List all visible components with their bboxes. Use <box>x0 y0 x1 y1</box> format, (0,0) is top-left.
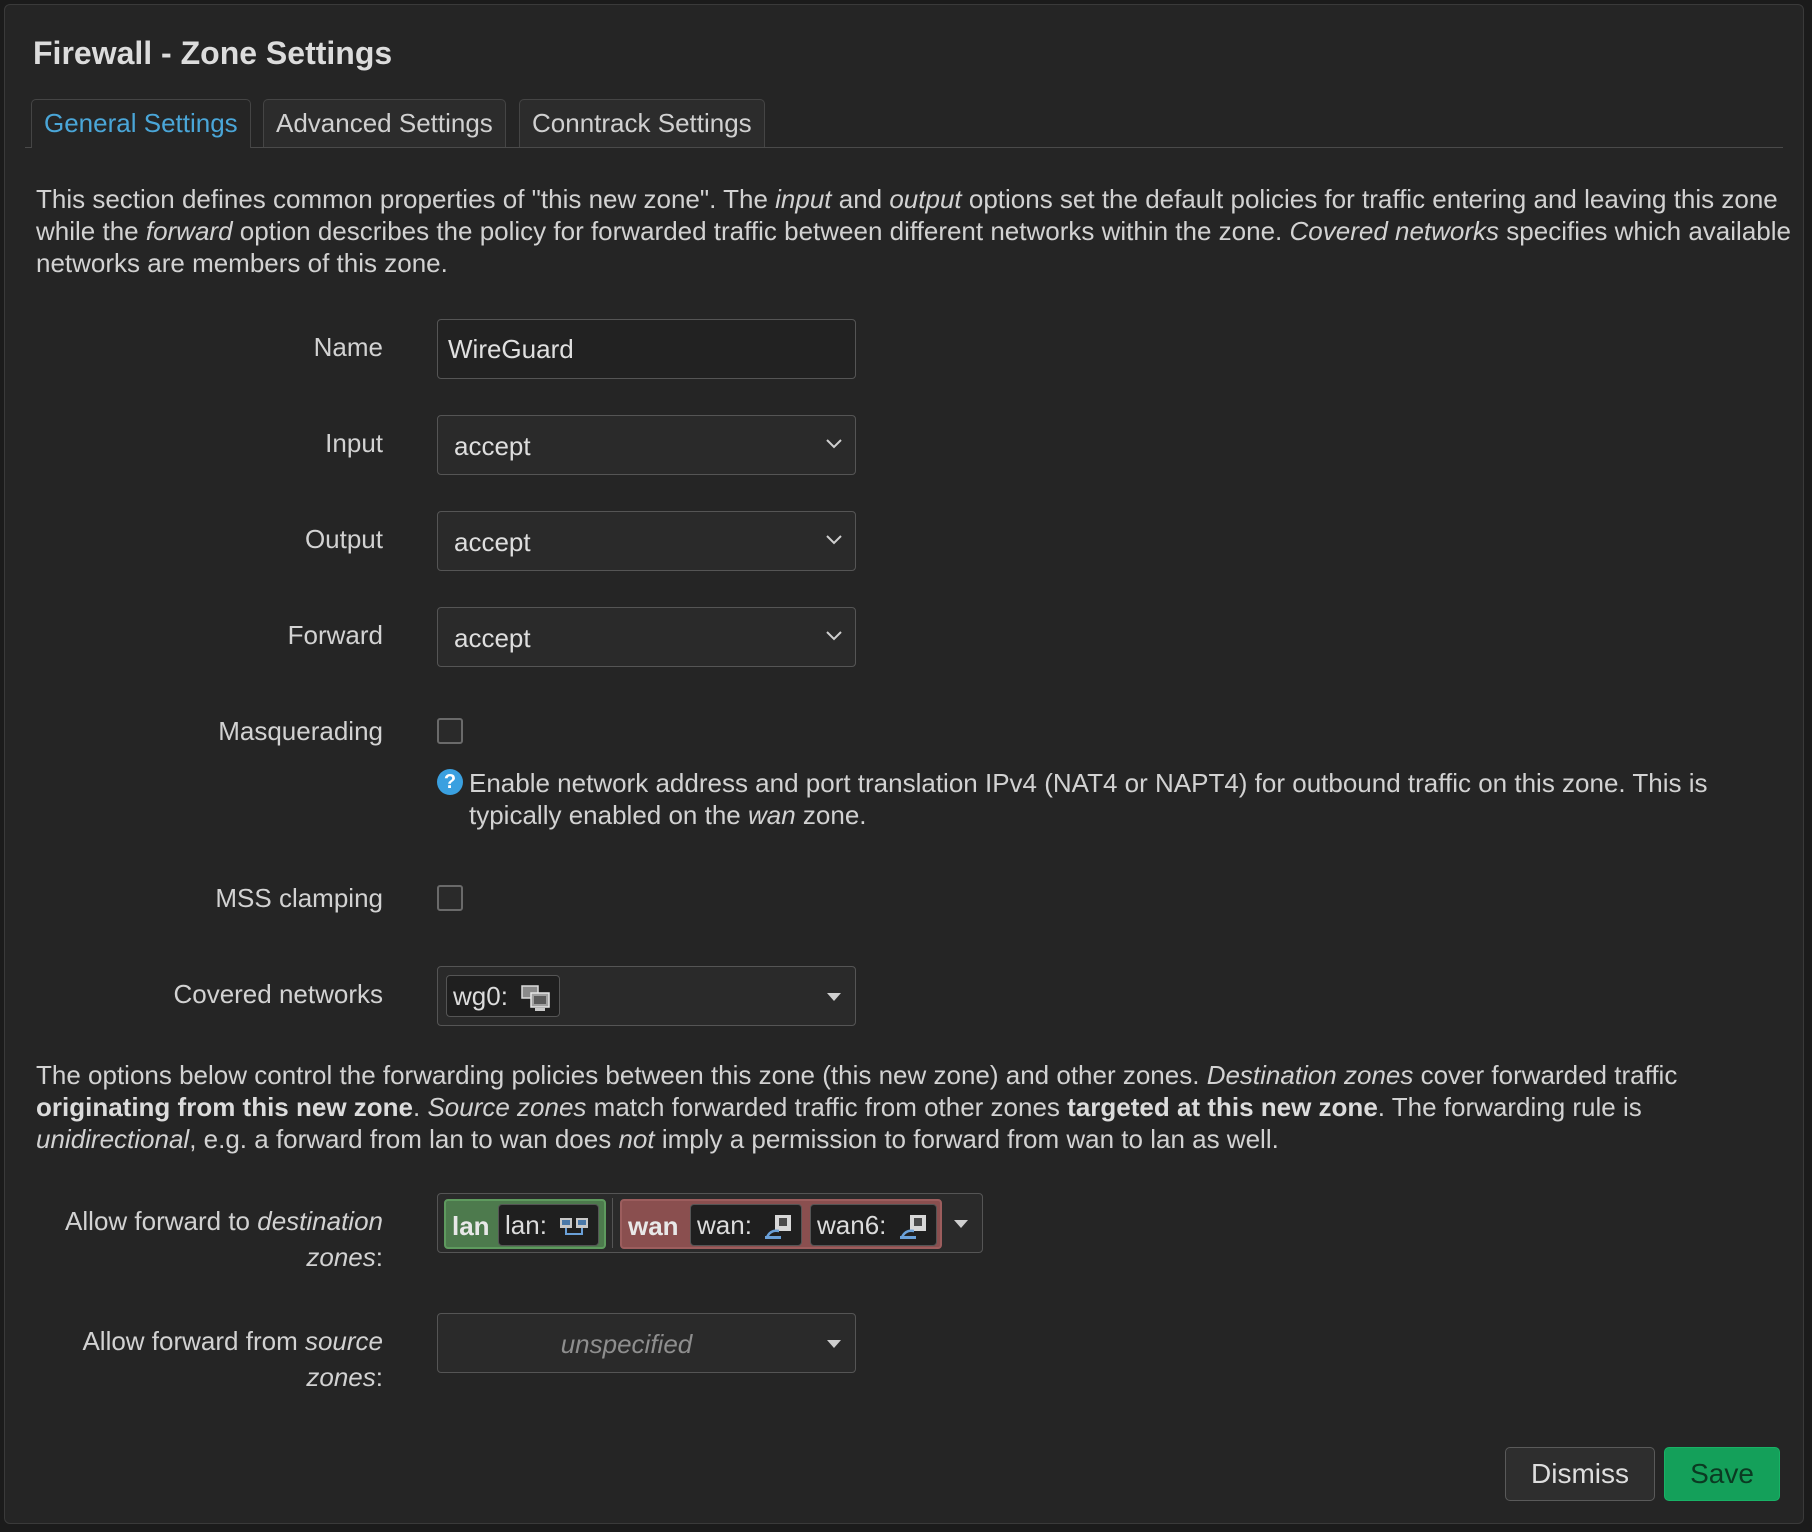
tab-general-settings[interactable]: General Settings <box>31 99 251 148</box>
dropdown-caret-icon <box>827 993 841 1001</box>
forward-policy-value: accept <box>454 623 531 653</box>
chevron-down-icon <box>826 439 842 449</box>
network-chip-lan: lan: <box>498 1204 600 1246</box>
input-policy-select[interactable]: accept <box>437 415 856 475</box>
help-icon: ? <box>437 769 463 795</box>
dest-zones-label: Allow forward to destination zones: <box>65 1206 383 1272</box>
network-chip-wan: wan: <box>690 1204 803 1246</box>
zone-divider <box>612 1198 613 1248</box>
network-chip-label: lan: <box>505 1210 547 1240</box>
src-zones-placeholder: unspecified <box>560 1329 693 1359</box>
output-label: Output <box>304 524 383 554</box>
network-chip-label: wg0: <box>453 981 508 1011</box>
ethernet-port-icon <box>899 1215 926 1240</box>
network-chip-wan6: wan6: <box>810 1204 937 1246</box>
zone-badge-lan[interactable]: lan lan: <box>444 1199 606 1249</box>
name-input[interactable] <box>437 319 856 379</box>
switch-network-icon <box>560 1218 589 1236</box>
zone-name-wan: wan <box>628 1211 679 1241</box>
dropdown-caret-icon <box>827 1340 841 1348</box>
zone-settings-modal: Firewall - Zone Settings General Setting… <box>4 4 1804 1524</box>
masquerading-help-text: Enable network address and port translat… <box>469 768 1708 830</box>
masquerading-label: Masquerading <box>218 716 383 746</box>
dismiss-button[interactable]: Dismiss <box>1505 1447 1655 1501</box>
input-label: Input <box>325 428 383 458</box>
forward-label: Forward <box>287 620 383 650</box>
section-description: This section defines common properties o… <box>36 184 1791 278</box>
chevron-down-icon <box>826 535 842 545</box>
zone-name-lan: lan <box>452 1211 490 1241</box>
save-button[interactable]: Save <box>1664 1447 1780 1501</box>
tab-advanced-settings[interactable]: Advanced Settings <box>263 99 506 147</box>
forwarding-description: The options below control the forwarding… <box>36 1060 1678 1154</box>
network-chip-label: wan6: <box>817 1210 887 1240</box>
output-policy-select[interactable]: accept <box>437 511 856 571</box>
mss-clamping-label: MSS clamping <box>215 883 383 913</box>
tunnel-network-icon <box>521 985 550 1012</box>
tab-bar: General Settings Advanced Settings Connt… <box>25 95 1783 148</box>
covered-networks-label: Covered networks <box>173 979 383 1009</box>
src-zones-select[interactable]: unspecified <box>437 1313 856 1373</box>
src-zones-label: Allow forward from source zones: <box>82 1326 383 1392</box>
forward-policy-select[interactable]: accept <box>437 607 856 667</box>
network-chip-label: wan: <box>697 1210 752 1240</box>
modal-title: Firewall - Zone Settings <box>33 35 393 71</box>
zone-badge-wan[interactable]: wan wan: wan6: <box>620 1199 942 1249</box>
covered-networks-select[interactable]: wg0: <box>437 966 856 1026</box>
tab-conntrack-settings[interactable]: Conntrack Settings <box>519 99 765 147</box>
ethernet-port-icon <box>765 1215 792 1240</box>
output-policy-value: accept <box>454 527 531 557</box>
dest-zones-select[interactable]: lan lan: wan wan: wan6: <box>437 1193 983 1253</box>
masquerading-checkbox[interactable] <box>437 718 463 744</box>
chevron-down-icon <box>826 631 842 641</box>
name-label: Name <box>313 332 383 362</box>
network-chip-wg0[interactable]: wg0: <box>446 975 561 1017</box>
mss-clamping-checkbox[interactable] <box>437 885 463 911</box>
dropdown-caret-icon <box>954 1220 968 1228</box>
input-policy-value: accept <box>454 431 531 461</box>
